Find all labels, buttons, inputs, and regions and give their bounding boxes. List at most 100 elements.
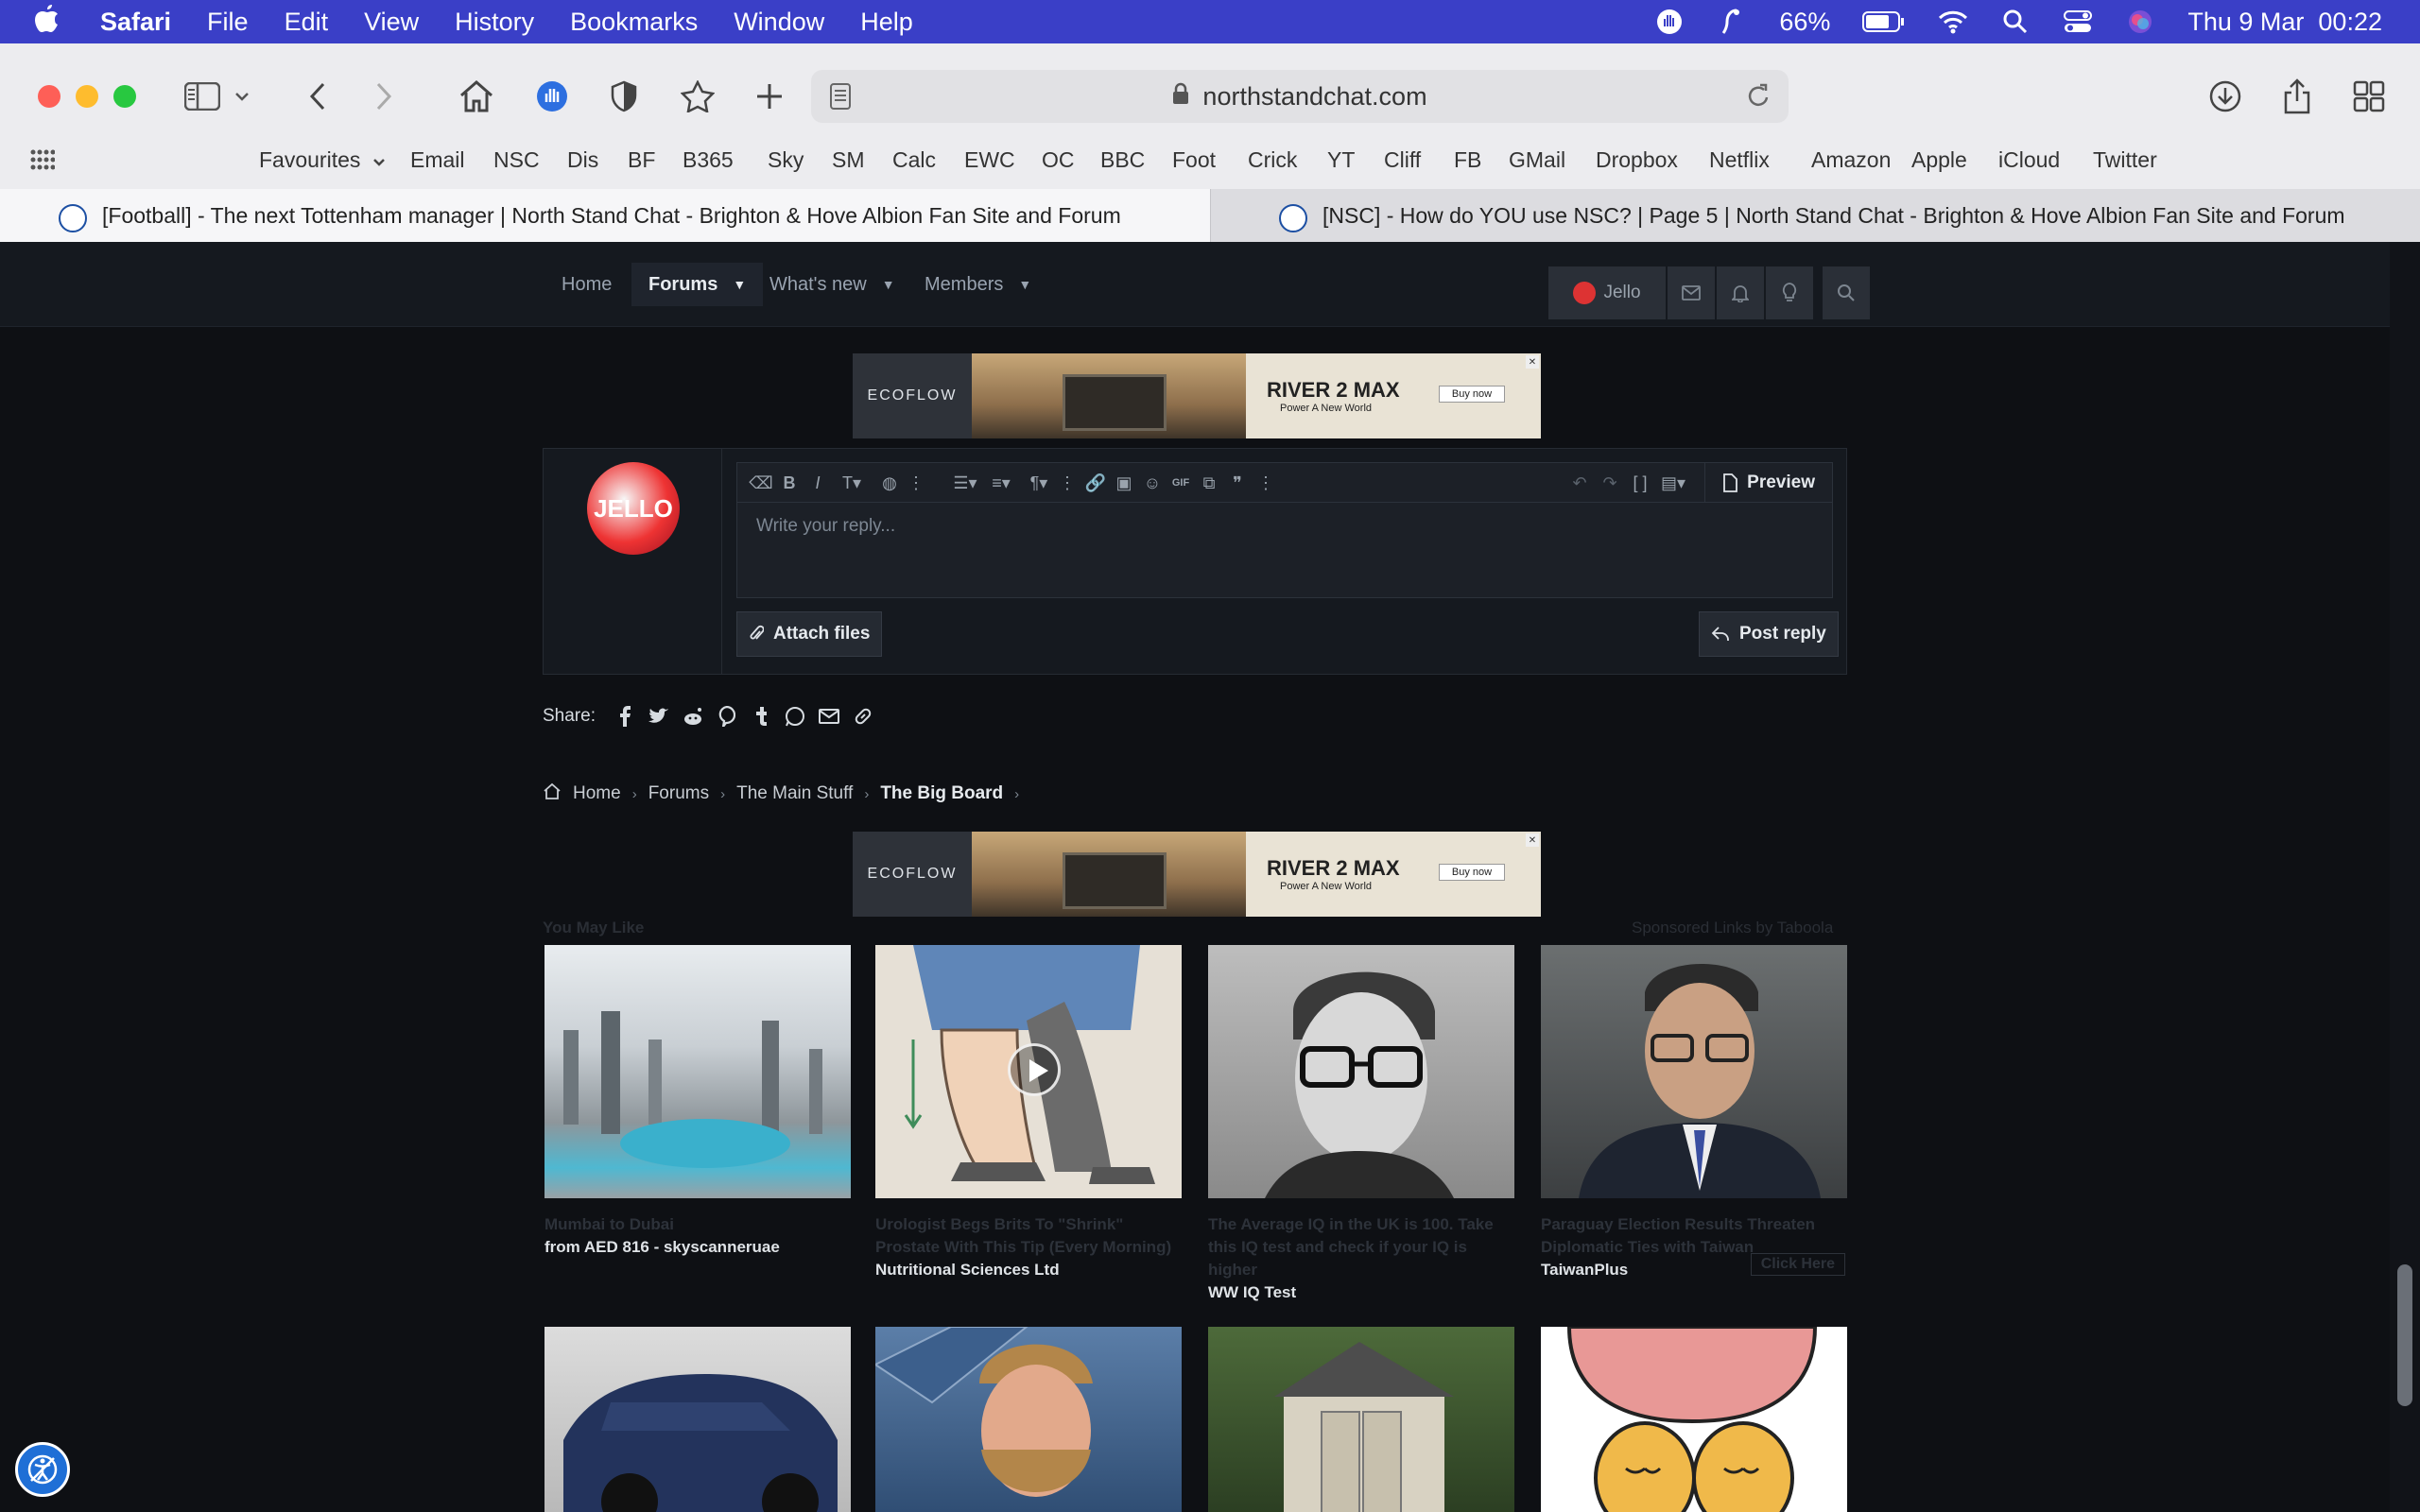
reddit-icon[interactable] — [683, 706, 703, 727]
more-dots-icon[interactable]: ⋮ — [1255, 472, 1276, 493]
tab-tottenham-manager[interactable]: [Football] - The next Tottenham manager … — [0, 189, 1210, 242]
bookmark-crick[interactable]: Crick — [1248, 147, 1297, 173]
bookmark-dis[interactable]: Dis — [567, 147, 598, 173]
paragraph-icon[interactable]: ¶▾ — [1025, 472, 1053, 493]
bookmark-yt[interactable]: YT — [1327, 147, 1355, 173]
reply-input[interactable] — [737, 503, 1832, 597]
scrollbar-thumb[interactable] — [2397, 1264, 2412, 1406]
media-icon[interactable]: ⧉ — [1199, 472, 1219, 493]
menu-history[interactable]: History — [455, 8, 534, 37]
sponsored-label[interactable]: Sponsored Links by Taboola — [1632, 919, 1833, 937]
eraser-icon[interactable]: ⌫ — [749, 472, 772, 493]
text-size-icon[interactable]: T▾ — [836, 472, 868, 493]
menu-window[interactable]: Window — [734, 8, 824, 37]
nav-forums[interactable]: Forums ▼ — [631, 263, 764, 306]
card-title[interactable]: Mumbai to Dubai — [544, 1213, 851, 1236]
align-icon[interactable]: ≡▾ — [987, 472, 1015, 493]
close-window-button[interactable] — [38, 85, 60, 108]
attach-files-button[interactable]: Attach files — [736, 611, 883, 657]
pinterest-icon[interactable] — [717, 706, 737, 727]
apple-menu-icon[interactable] — [34, 3, 78, 41]
bookmark-amazon[interactable]: Amazon — [1811, 147, 1891, 173]
zoom-window-button[interactable] — [113, 85, 136, 108]
bookmark-nsc[interactable]: NSC — [493, 147, 540, 173]
card-title[interactable]: Urologist Begs Brits To "Shrink" Prostat… — [875, 1213, 1182, 1259]
page-scrollbar[interactable] — [2390, 242, 2420, 1512]
bulb-icon[interactable] — [1766, 266, 1813, 319]
recommendation-card[interactable] — [1208, 1327, 1514, 1512]
chevron-down-icon[interactable] — [231, 74, 253, 119]
recommendation-card[interactable] — [544, 1327, 851, 1512]
bookmark-cliff[interactable]: Cliff — [1384, 147, 1421, 173]
forward-icon[interactable] — [361, 74, 406, 119]
bookmark-calc[interactable]: Calc — [892, 147, 936, 173]
banner-ad-top[interactable]: ECOFLOW RIVER 2 MAX Power A New World Bu… — [853, 353, 1541, 438]
menubar-clock[interactable]: Thu 9 Mar 00:22 — [2187, 8, 2382, 37]
bookmark-foot[interactable]: Foot — [1172, 147, 1216, 173]
site-search-icon[interactable] — [1823, 266, 1870, 319]
share-icon[interactable] — [2274, 74, 2320, 119]
tab-how-do-you-use-nsc[interactable]: [NSC] - How do YOU use NSC? | Page 5 | N… — [1210, 189, 2420, 242]
card-source[interactable]: Nutritional Sciences Ltd — [875, 1261, 1182, 1280]
card-source[interactable]: WW IQ Test — [1208, 1283, 1514, 1302]
bookmark-bbc[interactable]: BBC — [1100, 147, 1145, 173]
menu-bookmarks[interactable]: Bookmarks — [570, 8, 698, 37]
emoji-icon[interactable]: ☺ — [1142, 472, 1163, 493]
italic-icon[interactable]: I — [807, 472, 828, 493]
gif-icon[interactable]: GIF — [1170, 472, 1191, 493]
accessibility-icon[interactable] — [15, 1442, 70, 1497]
favourites-menu[interactable]: Favourites — [259, 147, 386, 173]
alerts-bell-icon[interactable] — [1717, 266, 1764, 319]
facebook-icon[interactable] — [614, 706, 635, 727]
nav-members[interactable]: Members ▼ — [908, 263, 1048, 306]
star-icon[interactable] — [675, 74, 720, 119]
menu-edit[interactable]: Edit — [285, 8, 329, 37]
menu-help[interactable]: Help — [860, 8, 913, 37]
sidebar-toggle-icon[interactable] — [180, 74, 225, 119]
bookmark-twitter[interactable]: Twitter — [2093, 147, 2157, 173]
bookmark-netflix[interactable]: Netflix — [1709, 147, 1770, 173]
bookmark-oc[interactable]: OC — [1042, 147, 1075, 173]
reader-view-icon[interactable] — [830, 83, 851, 116]
siri-icon[interactable] — [2125, 7, 2155, 37]
ad-buy-button[interactable]: Buy now — [1439, 864, 1505, 881]
link-icon[interactable]: 🔗 — [1085, 472, 1106, 493]
ad-buy-button[interactable]: Buy now — [1439, 386, 1505, 403]
home-icon[interactable] — [454, 74, 499, 119]
recommendation-card[interactable] — [1541, 1327, 1847, 1512]
card-title[interactable]: The Average IQ in the UK is 100. Take th… — [1208, 1213, 1514, 1281]
minimize-window-button[interactable] — [76, 85, 98, 108]
undo-icon[interactable]: ↶ — [1569, 472, 1590, 493]
ad-close-icon[interactable]: ✕ — [1526, 355, 1539, 369]
drafts-icon[interactable]: ▤▾ — [1658, 472, 1688, 493]
image-icon[interactable]: ▣ — [1114, 472, 1134, 493]
recommendation-card[interactable]: Mumbai to Dubai from AED 816 - skyscanne… — [544, 945, 851, 1257]
preview-button[interactable]: Preview — [1704, 463, 1832, 503]
more-dots-icon[interactable]: ⋮ — [1057, 472, 1078, 493]
nav-home[interactable]: Home — [544, 263, 629, 306]
bookmark-ewc[interactable]: EWC — [964, 147, 1015, 173]
spotlight-search-icon[interactable] — [2000, 7, 2031, 37]
user-account-button[interactable]: Jello — [1548, 266, 1666, 319]
downloads-icon[interactable] — [2203, 74, 2248, 119]
address-bar[interactable]: northstandchat.com — [811, 70, 1789, 123]
menu-safari[interactable]: Safari — [100, 8, 171, 37]
user-avatar[interactable]: JELLO — [587, 462, 680, 555]
click-here-button[interactable]: Click Here — [1750, 1253, 1845, 1276]
card-source[interactable]: from AED 816 - skyscanneruae — [544, 1238, 851, 1257]
bookmark-icloud[interactable]: iCloud — [1998, 147, 2060, 173]
recommendation-card[interactable]: Urologist Begs Brits To "Shrink" Prostat… — [875, 945, 1182, 1280]
breadcrumb-main-stuff[interactable]: The Main Stuff — [736, 783, 853, 804]
quote-icon[interactable]: ❞ — [1227, 472, 1248, 493]
apps-grid-icon[interactable] — [30, 149, 56, 176]
bookmark-email[interactable]: Email — [410, 147, 465, 173]
recommendation-card[interactable]: The Average IQ in the UK is 100. Take th… — [1208, 945, 1514, 1302]
breadcrumb-home[interactable]: Home — [573, 783, 621, 804]
copy-link-icon[interactable] — [853, 706, 873, 727]
shield-icon[interactable] — [601, 74, 647, 119]
play-icon[interactable] — [1008, 1043, 1061, 1096]
wifi-icon[interactable] — [1938, 7, 1968, 37]
card-title[interactable]: Paraguay Election Results Threaten Diplo… — [1541, 1213, 1847, 1259]
breadcrumb-forums[interactable]: Forums — [648, 783, 709, 804]
redo-icon[interactable]: ↷ — [1599, 472, 1620, 493]
